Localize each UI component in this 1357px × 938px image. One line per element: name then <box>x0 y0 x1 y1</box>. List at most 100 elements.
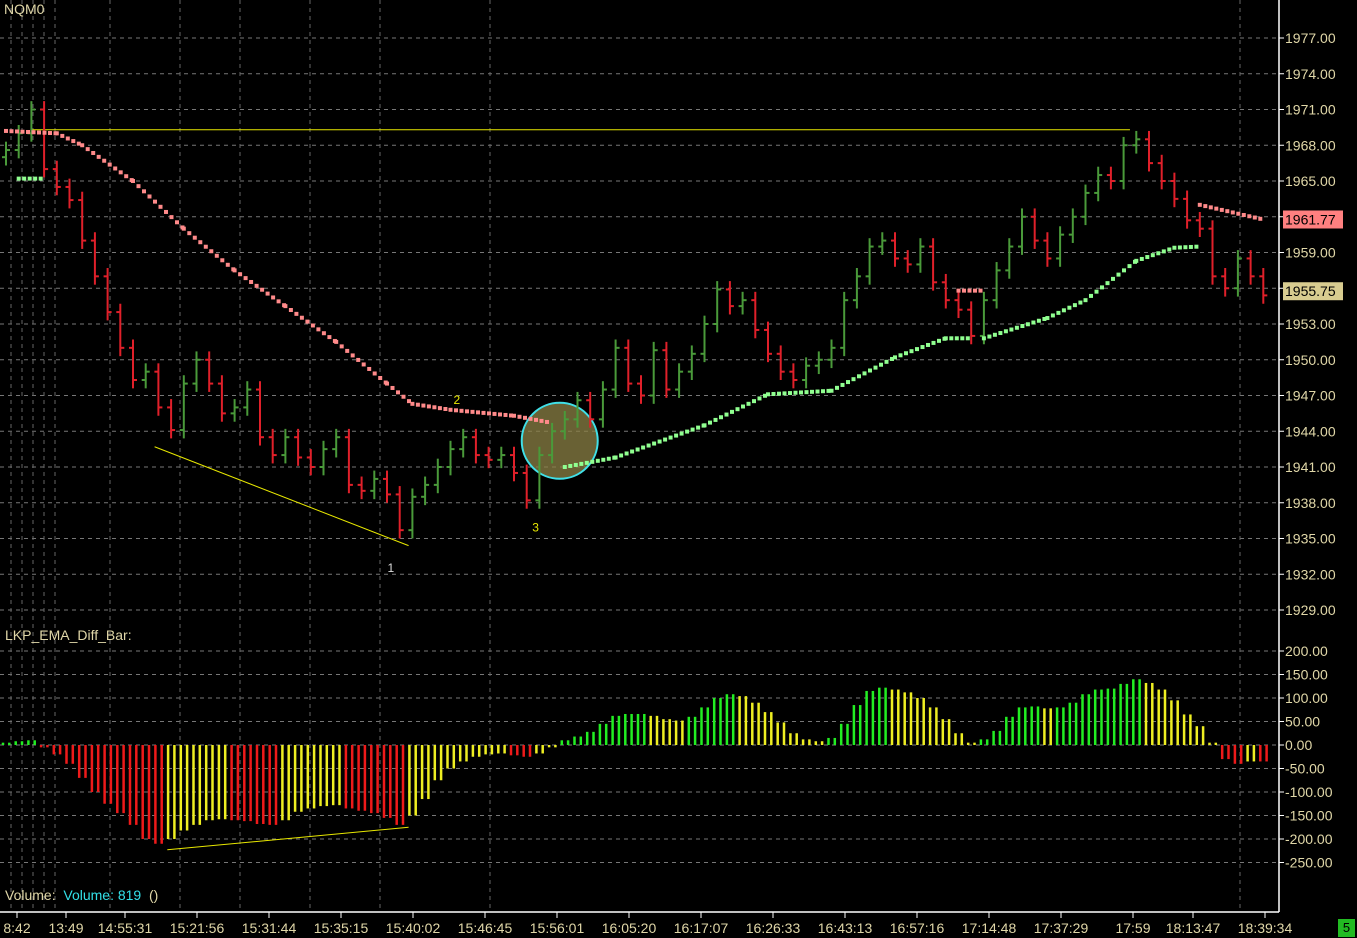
ema-fast-dot <box>810 389 814 394</box>
ema-slow-dot <box>238 272 243 277</box>
ema-slow-dot <box>1225 209 1230 214</box>
time-tick-label: 14:55:31 <box>98 920 153 936</box>
price-bar <box>154 363 163 416</box>
ema-fast-dot <box>590 459 595 464</box>
ema-slow-dot <box>181 226 186 231</box>
ema-slow-dot <box>350 353 355 358</box>
ema-slow-dot <box>276 299 281 304</box>
price-bar <box>383 470 391 503</box>
ema-fast-dot <box>1025 322 1030 327</box>
ema-slow-dot <box>131 179 135 183</box>
indicator-tick-label: -100.00 <box>1285 784 1333 800</box>
price-bar <box>344 428 353 494</box>
ema-fast-dot <box>1127 264 1132 269</box>
ema-fast-dot <box>630 449 635 454</box>
ema-slow-dot <box>299 315 304 320</box>
ema-fast-dot <box>657 439 662 444</box>
ema-fast-dot <box>606 456 611 461</box>
price-bar <box>1043 232 1052 267</box>
price-bar <box>230 399 239 422</box>
volume-value: Volume: 819 <box>63 887 142 903</box>
ema-fast-dot <box>879 362 883 367</box>
indicator-tick-label: 100.00 <box>1285 690 1328 706</box>
ema-fast-dot <box>799 390 803 395</box>
ema-fast-dot <box>1089 293 1093 298</box>
ema-fast-dot <box>949 336 954 341</box>
ema-slow-dot <box>107 162 112 167</box>
price-bar <box>332 428 341 458</box>
ema-fast-dot <box>652 441 657 446</box>
ema-slow-dot <box>31 130 36 135</box>
price-bar <box>1068 208 1077 243</box>
ema-fast-dot <box>746 401 751 406</box>
price-bar <box>446 440 455 476</box>
ema-fast-dot <box>1177 245 1182 250</box>
ema-fast-dot <box>646 443 651 448</box>
price-bar <box>65 178 74 209</box>
ema-slow-dot <box>164 209 168 214</box>
ema-slow-dot <box>498 412 502 417</box>
ema-fast-dot <box>690 427 695 432</box>
time-tick-label: 8:42 <box>3 920 30 936</box>
ema-slow-dot <box>124 174 129 179</box>
ema-fast-dot <box>679 431 684 436</box>
ema-slow-dot <box>60 133 65 138</box>
ema-slow-dot <box>962 288 966 293</box>
ema-fast-dot <box>987 334 992 339</box>
price-bar <box>471 428 480 464</box>
ema-slow-dot <box>288 307 293 312</box>
ema-fast-dot <box>893 355 897 360</box>
price-bar <box>1259 267 1268 304</box>
price-bar <box>954 291 963 319</box>
ema-fast-dot <box>804 390 809 395</box>
ema-fast-dot <box>954 336 959 341</box>
price-bar <box>1056 226 1065 267</box>
ema-slow-dot <box>91 150 96 155</box>
annotation-label: 2 <box>454 393 461 407</box>
ema-slow-dot <box>71 139 76 144</box>
time-tick-label: 15:46:45 <box>458 920 513 936</box>
price-bar <box>1081 184 1090 226</box>
ema-fast-dot <box>624 451 629 456</box>
price-bar <box>941 273 950 309</box>
ema-slow-dot <box>443 407 448 412</box>
ema-slow-dot <box>487 411 491 416</box>
ema-fast-dot <box>730 409 734 414</box>
price-bar <box>281 428 290 464</box>
ema-fast-dot <box>562 465 567 469</box>
ema-fast-dot <box>635 447 640 452</box>
indicator-tick-label: -50.00 <box>1285 761 1325 777</box>
ema-fast-dot <box>1078 300 1083 305</box>
ema-fast-dot <box>815 389 820 394</box>
ema-slow-dot <box>147 194 152 199</box>
time-tick-label: 18:13:47 <box>1166 920 1221 936</box>
ema-slow-dot <box>481 410 486 415</box>
ema-slow-dot <box>503 412 508 417</box>
time-tick-label: 16:26:33 <box>746 920 801 936</box>
indicator-tick-label: 50.00 <box>1285 714 1320 730</box>
price-bar <box>776 345 785 381</box>
time-tick-label: 16:17:07 <box>674 920 729 936</box>
ema-slow-dot <box>539 418 544 423</box>
ema-slow-dot <box>421 403 426 408</box>
price-bar <box>319 440 328 476</box>
ema-slow-dot <box>283 304 288 309</box>
time-tick-label: 15:31:44 <box>242 920 297 936</box>
ema-slow-dot <box>448 407 453 412</box>
price-tick-label: 1944.00 <box>1285 423 1336 439</box>
price-tick-label: 1977.00 <box>1285 30 1336 46</box>
time-tick-label: 16:57:16 <box>890 920 945 936</box>
price-bar <box>484 446 493 469</box>
ema-slow-dot <box>192 235 197 240</box>
ema-fast-dot <box>1150 253 1155 258</box>
price-bar <box>878 232 887 255</box>
price-bar <box>256 381 264 446</box>
ema-fast-dot <box>884 359 889 364</box>
ema-fast-dot <box>22 176 27 181</box>
ema-slow-dot <box>80 143 85 148</box>
time-tick-label: 15:40:02 <box>386 920 441 936</box>
ema-fast-dot <box>1061 308 1066 313</box>
price-bar <box>306 449 315 476</box>
ema-fast-dot <box>1056 310 1061 315</box>
ema-fast-dot <box>579 461 584 466</box>
